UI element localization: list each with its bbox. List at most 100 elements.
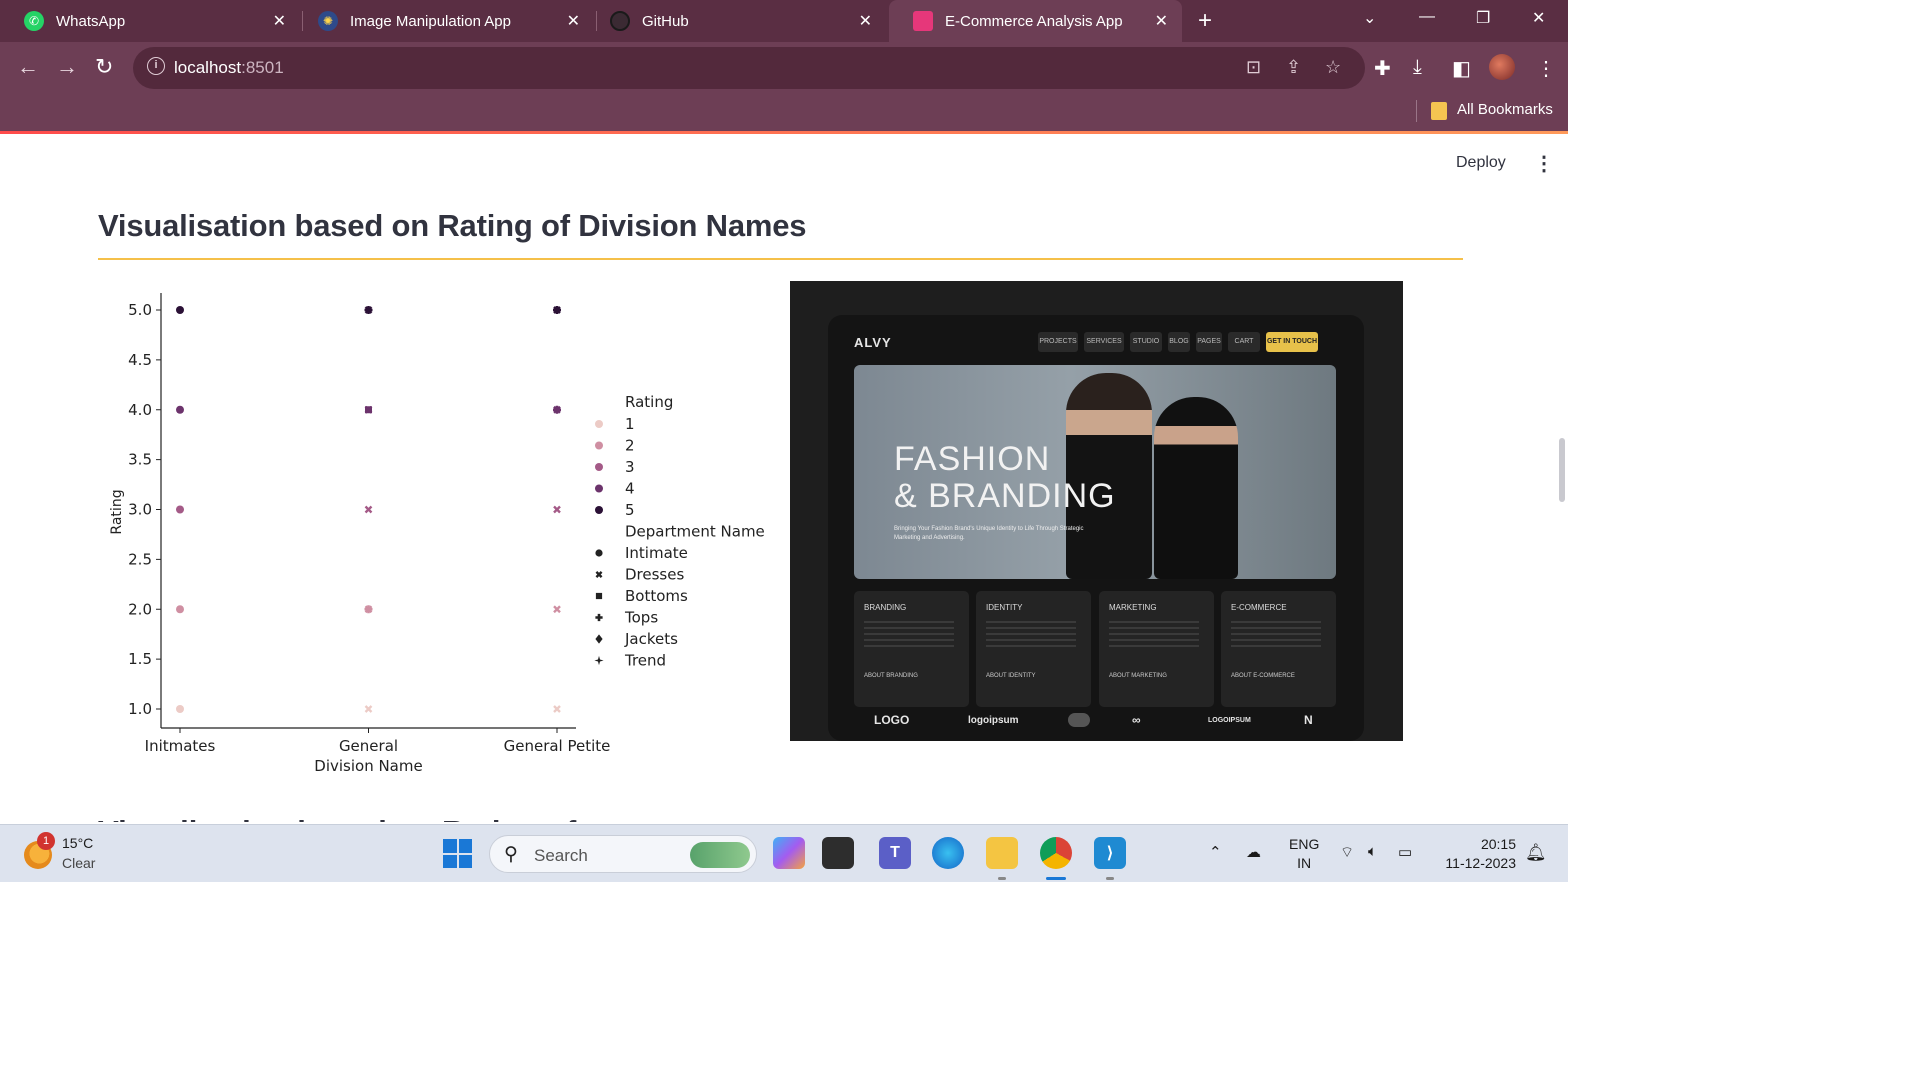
translate-icon[interactable]: ⊡ — [1246, 57, 1261, 78]
restore-icon[interactable]: ❐ — [1476, 8, 1490, 28]
url-text: localhost:8501 — [174, 58, 284, 77]
close-window-icon[interactable]: ✕ — [1532, 8, 1545, 28]
windows-start-icon[interactable] — [443, 839, 472, 868]
x-tick-label: Initmates — [145, 737, 216, 755]
tab-bar: ✆ WhatsApp ✕ ✺ Image Manipulation App ✕ … — [0, 0, 1568, 42]
legend-swatch — [595, 463, 603, 471]
deploy-button[interactable]: Deploy — [1456, 154, 1506, 172]
browser-toolbar: ← → ↻ i localhost:8501 ⊡ ⇪ ☆ ✚ ⤓ ◧ ⋮ All… — [0, 42, 1568, 134]
search-highlight-icon — [690, 842, 750, 868]
tab-image-manipulation[interactable]: ✺ Image Manipulation App ✕ — [294, 0, 594, 42]
rating-scatter-chart: 1.0 1.5 2.0 2.5 3.0 3.5 4.0 4.5 5.0 Initmates Gene… — [109, 293, 765, 775]
x-tick-label: General — [339, 737, 398, 755]
legend-marker — [595, 549, 603, 557]
taskbar-search[interactable]: ⚲ Search — [489, 835, 757, 873]
minimize-icon[interactable]: — — [1419, 8, 1435, 26]
show-hidden-icons[interactable]: ⌃ — [1209, 843, 1222, 861]
legend-label: Tops — [624, 609, 658, 627]
mockup-panel: ALVY PROJECTS SERVICES STUDIO BLOG PAGES… — [828, 315, 1364, 741]
y-tick-label: 4.0 — [128, 401, 152, 419]
extensions-icon[interactable]: ✚ — [1374, 56, 1391, 81]
language-indicator[interactable]: ENG IN — [1289, 835, 1319, 873]
search-label: Search — [534, 846, 588, 865]
forward-icon[interactable]: → — [56, 54, 78, 80]
data-point — [553, 705, 561, 713]
share-icon[interactable]: ⇪ — [1286, 57, 1301, 78]
notification-bell-icon[interactable]: 🔔︎ — [1525, 843, 1547, 863]
data-point — [553, 505, 561, 514]
tab-github[interactable]: GitHub ✕ — [586, 0, 886, 42]
bookmark-star-icon[interactable]: ☆ — [1325, 57, 1341, 78]
model-figure — [1154, 397, 1238, 579]
chart-legend: Rating 1 2 3 4 5 Department Name Intimate Dresse… — [594, 393, 765, 670]
app-icon — [913, 11, 933, 31]
y-tick-label: 1.5 — [128, 650, 152, 668]
task-view-icon[interactable] — [822, 837, 854, 869]
legend-marker — [595, 592, 603, 600]
mockup-card: MARKETING ABOUT MARKETING — [1099, 591, 1214, 707]
profile-avatar[interactable] — [1489, 54, 1515, 80]
tab-title: WhatsApp — [56, 12, 126, 30]
mockup-nav-item: PAGES — [1196, 332, 1222, 352]
vscode-icon[interactable]: ⟩ — [1094, 837, 1126, 869]
edge-icon[interactable] — [932, 837, 964, 869]
wifi-icon[interactable]: ⌔ — [1340, 843, 1354, 862]
y-tick-label: 5.0 — [128, 301, 152, 319]
reload-icon[interactable]: ↻ — [95, 54, 113, 80]
legend-swatch — [595, 506, 603, 514]
app-header-decoration — [0, 131, 1568, 134]
mockup-hero-title: FASHION & BRANDING — [894, 440, 1116, 515]
mockup-nav-item: BLOG — [1168, 332, 1190, 352]
data-point — [364, 505, 373, 514]
app-running-indicator — [1106, 877, 1114, 880]
file-explorer-icon[interactable] — [986, 837, 1018, 869]
page-scrollbar[interactable] — [1559, 438, 1565, 502]
chart-axes: 1.0 1.5 2.0 2.5 3.0 3.5 4.0 4.5 5.0 Initmates Gene… — [109, 293, 610, 775]
close-icon[interactable]: ✕ — [273, 11, 286, 31]
bookmark-divider — [1416, 100, 1417, 122]
legend-title: Rating — [625, 393, 673, 411]
battery-icon[interactable]: ▭ — [1398, 843, 1412, 861]
mockup-nav-item: PROJECTS — [1038, 332, 1078, 352]
onedrive-icon[interactable]: ☁ — [1246, 843, 1261, 861]
side-panel-icon[interactable]: ◧ — [1452, 56, 1471, 81]
data-point — [553, 605, 561, 614]
copilot-icon[interactable] — [773, 837, 805, 869]
volume-icon[interactable]: 🔈︎ — [1368, 843, 1377, 860]
system-clock[interactable]: 20:15 11-12-2023 — [1436, 835, 1516, 873]
y-tick-label: 2.0 — [128, 600, 152, 618]
legend-label: Intimate — [625, 544, 688, 562]
all-bookmarks[interactable]: All Bookmarks — [1457, 101, 1553, 118]
close-icon[interactable]: ✕ — [567, 11, 580, 31]
mockup-nav-item: SERVICES — [1084, 332, 1124, 352]
back-icon[interactable]: ← — [17, 54, 39, 80]
legend-label: 5 — [625, 501, 635, 519]
chrome-menu-icon[interactable]: ⋮ — [1536, 56, 1556, 81]
address-bar[interactable]: i localhost:8501 ⊡ ⇪ ☆ — [133, 47, 1365, 89]
download-icon[interactable]: ⤓ — [1413, 56, 1422, 79]
site-info-icon[interactable]: i — [147, 57, 165, 75]
page-title: Visualisation based on Rating of Divisio… — [98, 208, 807, 243]
temperature[interactable]: 15°C — [62, 835, 93, 851]
tab-whatsapp[interactable]: ✆ WhatsApp ✕ — [0, 0, 300, 42]
chart-points — [176, 306, 561, 713]
tab-ecommerce[interactable]: E-Commerce Analysis App ✕ — [889, 0, 1182, 42]
mockup-hero: FASHION & BRANDING Bringing Your Fashion … — [854, 365, 1336, 579]
close-icon[interactable]: ✕ — [859, 11, 872, 31]
legend-label: Jackets — [624, 630, 678, 648]
teams-icon[interactable]: T — [879, 837, 911, 869]
x-axis-title: Division Name — [314, 757, 422, 775]
x-tick-label: General Petite — [504, 737, 611, 755]
data-point — [176, 306, 184, 314]
legend-swatch — [595, 484, 603, 493]
y-axis-title: Rating — [109, 489, 125, 534]
legend-label: Dresses — [625, 566, 684, 584]
data-point — [176, 705, 184, 713]
close-icon[interactable]: ✕ — [1155, 11, 1168, 31]
kebab-menu-icon[interactable]: ⋮ — [1534, 151, 1554, 176]
tab-search-icon[interactable]: ⌄ — [1363, 8, 1376, 28]
weather-condition[interactable]: Clear — [62, 855, 95, 871]
chrome-icon[interactable] — [1040, 837, 1072, 869]
data-point — [176, 505, 184, 514]
new-tab-icon[interactable]: + — [1198, 7, 1212, 35]
